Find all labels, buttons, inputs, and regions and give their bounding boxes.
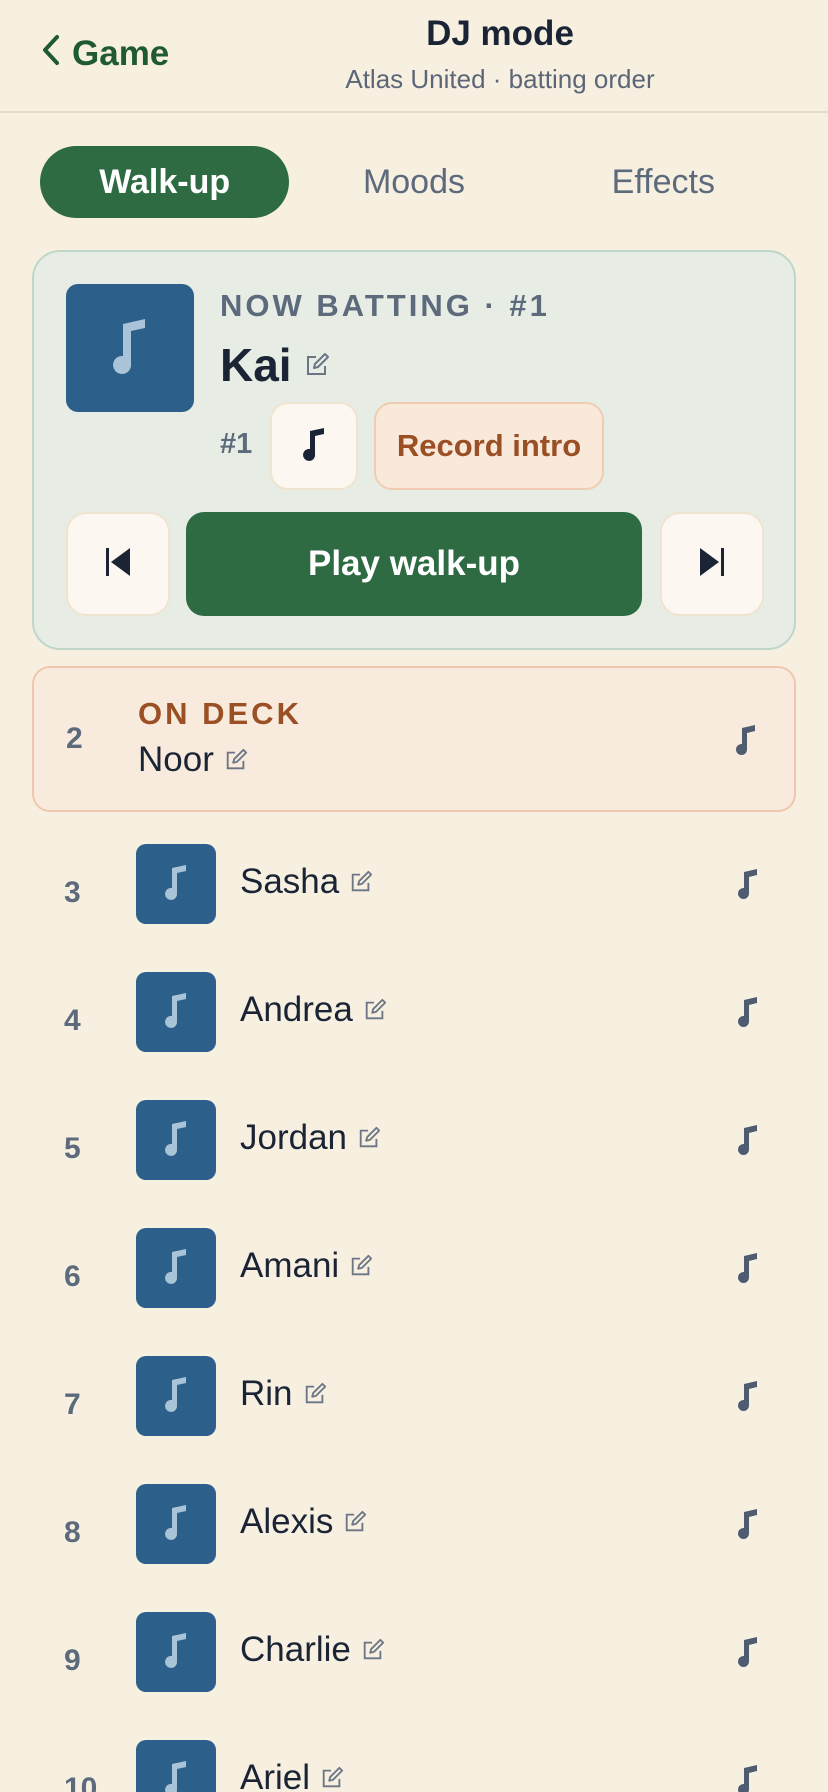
record-intro-button[interactable]: Record intro: [374, 402, 604, 490]
player-artwork: [136, 1612, 216, 1692]
music-note-icon: [163, 1503, 189, 1546]
now-batting-label: NOW BATTING · #1: [220, 288, 550, 323]
edit-icon[interactable]: [357, 1126, 381, 1150]
tab-walk-up[interactable]: Walk-up: [40, 146, 290, 218]
on-deck-name: Noor: [138, 740, 214, 779]
player-name: Ariel: [240, 1758, 311, 1792]
on-deck-label: ON DECK: [138, 696, 302, 731]
player-name-row: Alexis: [240, 1502, 367, 1542]
batting-order-number: 6: [64, 1260, 81, 1293]
batting-order-number: 4: [64, 1004, 81, 1037]
player-name: Andrea: [240, 990, 353, 1029]
music-note-icon: [109, 316, 151, 381]
music-note-icon[interactable]: [728, 1248, 768, 1288]
music-note-icon: [163, 1375, 189, 1418]
music-note-icon: [163, 1247, 189, 1290]
now-batting-name: Kai: [220, 339, 292, 391]
player-name-row: Sasha: [240, 862, 373, 902]
edit-icon[interactable]: [304, 352, 330, 378]
player-artwork: [136, 1740, 216, 1792]
music-note-icon: [301, 426, 327, 467]
batting-order-number: 10: [64, 1772, 98, 1792]
on-deck-name-row: Noor: [138, 740, 248, 780]
select-song-button[interactable]: [270, 402, 358, 490]
player-name-row: Ariel: [240, 1758, 344, 1792]
now-batting-card: NOW BATTING · #1 Kai #1 Record intro Pla…: [32, 250, 796, 650]
batting-order-number: 9: [64, 1644, 81, 1677]
edit-icon[interactable]: [361, 1638, 385, 1662]
now-batting-artwork: [66, 284, 194, 412]
music-note-icon[interactable]: [728, 1632, 768, 1672]
music-note-icon: [163, 1631, 189, 1674]
player-name: Jordan: [240, 1118, 348, 1157]
now-batting-name-row: Kai: [220, 338, 330, 392]
player-artwork: [136, 1484, 216, 1564]
player-name-row: Amani: [240, 1246, 373, 1286]
music-note-icon[interactable]: [728, 1760, 768, 1792]
player-name-row: Jordan: [240, 1118, 381, 1158]
tab-moods[interactable]: Moods: [289, 146, 538, 218]
list-item[interactable]: 9 Charlie: [0, 1596, 828, 1724]
batting-order-number: 7: [64, 1388, 81, 1421]
player-artwork: [136, 1228, 216, 1308]
player-artwork: [136, 1356, 216, 1436]
edit-icon[interactable]: [349, 1254, 373, 1278]
list-item[interactable]: 5 Jordan: [0, 1084, 828, 1212]
music-note-icon: [163, 1119, 189, 1162]
music-note-icon: [163, 991, 189, 1034]
list-item[interactable]: 4 Andrea: [0, 956, 828, 1084]
list-item[interactable]: 6 Amani: [0, 1212, 828, 1340]
player-artwork: [136, 1100, 216, 1180]
player-name: Alexis: [240, 1502, 334, 1541]
player-name-row: Rin: [240, 1374, 327, 1414]
edit-icon[interactable]: [320, 1766, 344, 1790]
on-deck-order: 2: [66, 722, 83, 755]
player-name: Amani: [240, 1246, 340, 1285]
edit-icon[interactable]: [363, 998, 387, 1022]
page-subtitle: Atlas United · batting order: [345, 64, 655, 94]
player-name: Sasha: [240, 862, 340, 901]
player-name-row: Andrea: [240, 990, 387, 1030]
tab-bar: Walk-up Moods Effects: [40, 146, 788, 218]
batting-order-number: 5: [64, 1132, 81, 1165]
on-deck-card[interactable]: 2 ON DECK Noor: [32, 666, 796, 812]
header: Game DJ mode Atlas United · batting orde…: [0, 0, 828, 113]
music-note-icon[interactable]: [728, 992, 768, 1032]
edit-icon[interactable]: [349, 870, 373, 894]
music-note-icon[interactable]: [728, 1120, 768, 1160]
batting-order-number: 8: [64, 1516, 81, 1549]
list-item[interactable]: 3 Sasha: [0, 828, 828, 956]
play-walk-up-button[interactable]: Play walk-up: [186, 512, 642, 616]
skip-previous-icon: [104, 546, 132, 583]
player-name-row: Charlie: [240, 1630, 385, 1670]
player-name: Charlie: [240, 1630, 351, 1669]
music-note-icon[interactable]: [726, 720, 766, 760]
music-note-icon: [163, 863, 189, 906]
tab-effects[interactable]: Effects: [539, 146, 788, 218]
music-note-icon[interactable]: [728, 864, 768, 904]
player-name: Rin: [240, 1374, 293, 1413]
previous-batter-button[interactable]: [66, 512, 170, 616]
edit-icon[interactable]: [343, 1510, 367, 1534]
skip-next-icon: [698, 546, 726, 583]
music-note-icon: [163, 1759, 189, 1792]
page-title: DJ mode: [426, 14, 574, 53]
music-note-icon[interactable]: [728, 1504, 768, 1544]
list-item[interactable]: 7 Rin: [0, 1340, 828, 1468]
edit-icon[interactable]: [224, 748, 248, 772]
edit-icon[interactable]: [303, 1382, 327, 1406]
player-artwork: [136, 972, 216, 1052]
batting-order-number: 3: [64, 876, 81, 909]
list-item[interactable]: 8 Alexis: [0, 1468, 828, 1596]
batting-order-list: 3 Sasha 4 Andrea 5 Jordan 6 Amani 7 Rin …: [0, 828, 828, 1792]
list-item[interactable]: 10 Ariel: [0, 1724, 828, 1792]
music-note-icon[interactable]: [728, 1376, 768, 1416]
player-artwork: [136, 844, 216, 924]
now-batting-number: #1: [220, 428, 253, 460]
next-batter-button[interactable]: [660, 512, 764, 616]
